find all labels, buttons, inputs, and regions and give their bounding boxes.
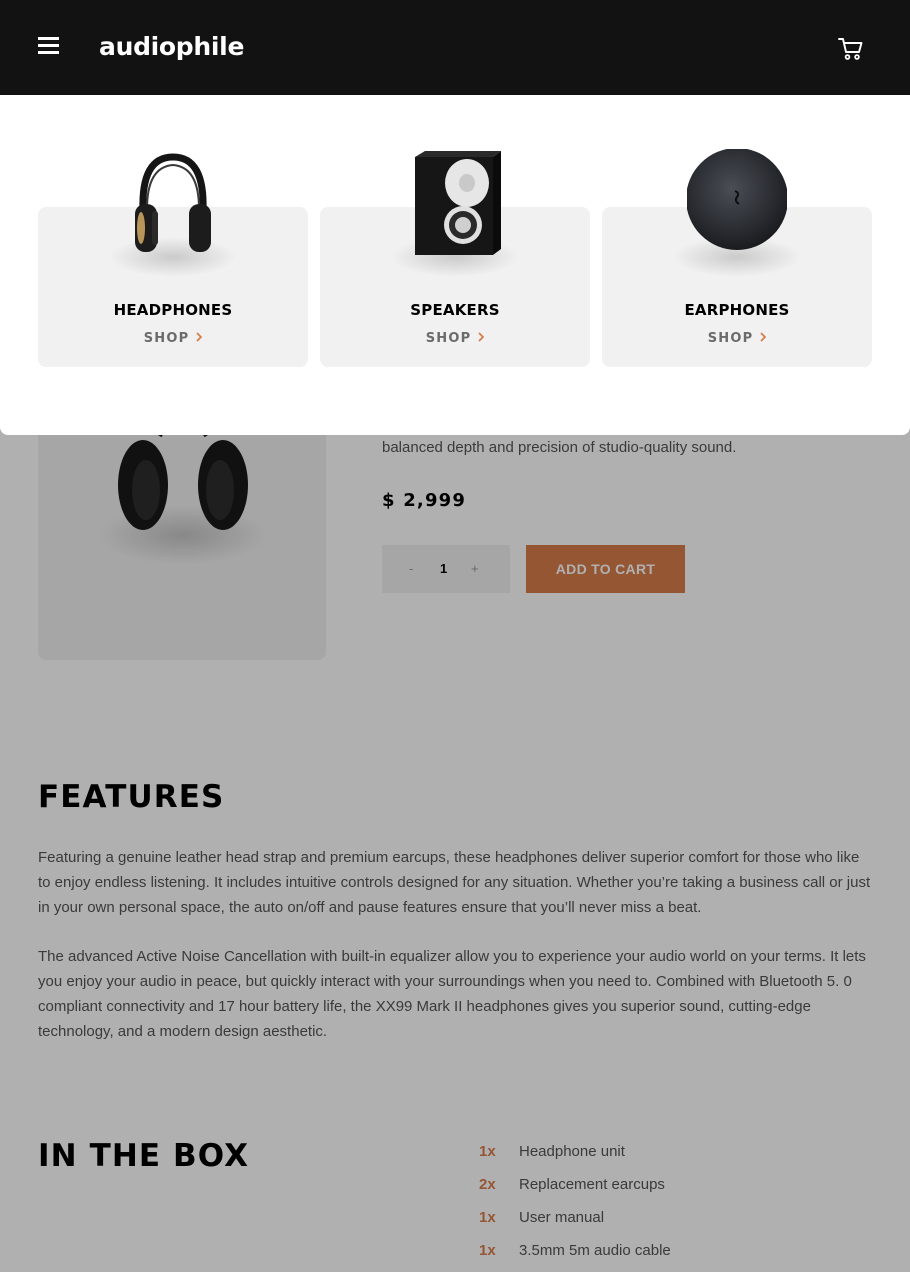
hamburger-menu-icon[interactable]: [38, 37, 59, 55]
site-header: audiophile: [0, 0, 910, 95]
category-name: HEADPHONES: [113, 301, 233, 319]
shop-link[interactable]: SHOP: [38, 331, 308, 346]
logo[interactable]: audiophile: [99, 32, 244, 61]
category-name: SPEAKERS: [410, 301, 500, 319]
earphones-image: [687, 149, 787, 250]
headphones-image: [135, 153, 211, 252]
category-card-headphones[interactable]: HEADPHONES SHOP: [38, 153, 308, 367]
category-card-earphones[interactable]: EARPHONES SHOP: [602, 149, 872, 367]
cart-icon[interactable]: [838, 36, 863, 61]
category-name: EARPHONES: [684, 301, 790, 319]
chevron-right-icon: [760, 332, 767, 342]
chevron-right-icon: [196, 332, 203, 342]
category-dropdown-menu: HEADPHONES SHOP SPEAKERS SHOP EARPHONES …: [0, 95, 910, 435]
shop-link[interactable]: SHOP: [320, 331, 590, 346]
speaker-image: [415, 151, 501, 255]
category-card-speakers[interactable]: SPEAKERS SHOP: [320, 151, 590, 367]
shop-link[interactable]: SHOP: [602, 331, 872, 346]
chevron-right-icon: [478, 332, 485, 342]
